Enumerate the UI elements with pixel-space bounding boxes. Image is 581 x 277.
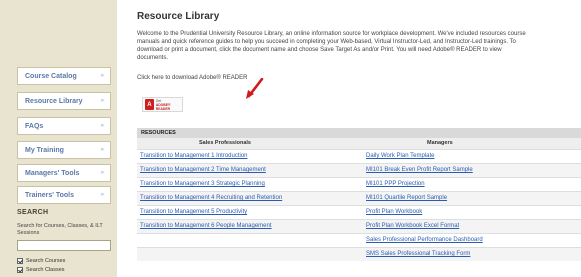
resource-link[interactable]: Transition to Management 3 Strategic Pla… [140,181,265,187]
search-classes-option[interactable]: Search Classes [17,267,113,273]
checkbox-checked-icon[interactable] [17,267,23,273]
intro-text: Welcome to the Prudential University Res… [137,31,526,61]
checkbox-checked-icon[interactable] [17,258,23,264]
resource-link[interactable]: MI101 PPP Projection [366,181,425,187]
resource-link[interactable]: Profit Plan Workbook [366,209,422,215]
chevron-right-icon: » [100,170,104,176]
search-hint: Search for Courses, Classes, & ILT Sessi… [17,223,103,236]
nav-managers-tools[interactable]: Managers' Tools » [17,164,111,182]
table-row: Sales Professional Performance Dashboard [137,233,581,247]
resource-link[interactable]: Transition to Management 1 Introduction [140,153,248,159]
resource-link[interactable]: Sales Professional Performance Dashboard [366,237,483,243]
table-row: Transition to Management 3 Strategic Pla… [137,177,581,191]
nav-label: Managers' Tools [25,169,80,177]
nav-label: Trainers' Tools [25,191,74,199]
red-arrow-icon [246,78,264,99]
nav-course-catalog[interactable]: Course Catalog » [17,67,111,85]
chevron-right-icon: » [100,192,104,198]
chevron-right-icon: » [100,73,104,79]
search-courses-option[interactable]: Search Courses [17,258,113,264]
resource-link[interactable]: MI101 Break Even Profit Report Sample [366,167,473,173]
nav-resource-library[interactable]: Resource Library » [17,92,111,110]
download-reader-link[interactable]: Click here to download Adobe® READER [137,75,247,81]
search-input[interactable] [17,240,111,251]
resource-link[interactable]: SMS Sales Professional Tracking Form [366,251,470,257]
resource-link[interactable]: Transition to Management 5 Productivity [140,209,247,215]
sidebar: Course Catalog » Resource Library » FAQs… [0,0,117,277]
column-header-managers: Managers [427,140,453,146]
adobe-badge-line2: ADOBE® READER [155,102,171,111]
nav-label: Resource Library [25,97,83,105]
adobe-reader-badge[interactable]: A Get ADOBE® READER [142,97,183,112]
option-label: Search Courses [26,258,66,264]
resource-link[interactable]: MI101 Quartile Report Sample [366,195,447,201]
resources-column-headers: Sales Professionals Managers [137,138,581,149]
table-row: Transition to Management 6 People Manage… [137,219,581,233]
search-title: SEARCH [17,209,49,216]
resource-link[interactable]: Profit Plan Workbook Excel Format [366,223,459,229]
table-row: Transition to Management 1 Introduction … [137,149,581,163]
nav-label: My Training [25,146,64,154]
nav-trainers-tools[interactable]: Trainers' Tools » [17,186,111,204]
chevron-right-icon: » [100,123,104,129]
nav-faqs[interactable]: FAQs » [17,117,111,135]
table-row: Transition to Management 5 Productivity … [137,205,581,219]
search-panel: SEARCH Search for Courses, Classes, & IL… [17,209,113,273]
table-row: SMS Sales Professional Tracking Form [137,247,581,261]
resource-link[interactable]: Transition to Management 6 People Manage… [140,223,272,229]
adobe-pdf-icon: A [145,99,154,110]
table-row: Transition to Management 2 Time Manageme… [137,163,581,177]
resource-link[interactable]: Transition to Management 2 Time Manageme… [140,167,266,173]
column-header-sales: Sales Professionals [199,140,251,146]
resource-link[interactable]: Daily Work Plan Template [366,153,434,159]
nav-label: FAQs [25,122,44,130]
table-row: Transition to Management 4 Recruiting an… [137,191,581,205]
nav-label: Course Catalog [25,72,77,80]
resource-link[interactable]: Transition to Management 4 Recruiting an… [140,195,282,201]
nav-my-training[interactable]: My Training » [17,141,111,159]
chevron-right-icon: » [100,98,104,104]
adobe-badge-text: Get ADOBE® READER [156,99,182,111]
resources-header: RESOURCES [137,128,581,138]
option-label: Search Classes [26,267,65,273]
page-title: Resource Library [137,11,220,22]
chevron-right-icon: » [100,147,104,153]
